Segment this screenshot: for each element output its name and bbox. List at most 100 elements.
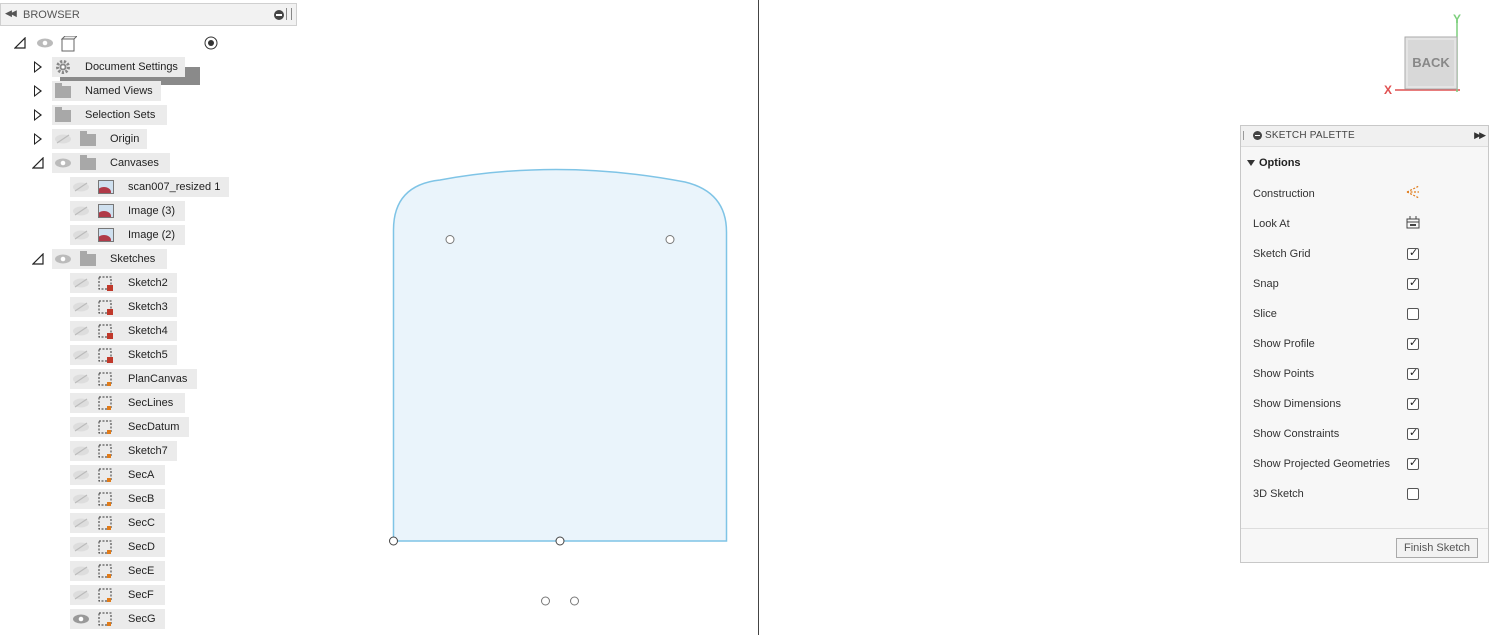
eye-icon[interactable]: [36, 38, 54, 48]
tree-label: Sketch3: [128, 301, 168, 313]
eye-hidden-icon[interactable]: [72, 518, 90, 528]
collapse-triangle-icon[interactable]: [32, 253, 44, 265]
tree-sketch-item[interactable]: SecB: [0, 489, 240, 509]
option-checkbox[interactable]: [1407, 426, 1419, 440]
eye-icon[interactable]: [54, 254, 72, 264]
tree-label: SecC: [128, 517, 155, 529]
eye-hidden-icon[interactable]: [72, 542, 90, 552]
tree-label: Image (2): [128, 229, 176, 241]
tree-selection-sets[interactable]: Selection Sets: [0, 105, 200, 125]
palette-separator: [1241, 528, 1488, 529]
expand-arrow-icon[interactable]: [34, 85, 42, 97]
option-checkbox[interactable]: [1407, 456, 1419, 470]
option-label: Sketch Grid: [1253, 248, 1311, 260]
collapse-icon[interactable]: [1247, 160, 1255, 167]
look-at-icon[interactable]: [1405, 214, 1421, 230]
tree-sketch-item[interactable]: SecG: [0, 609, 240, 629]
tree-sketch-item[interactable]: SecC: [0, 513, 240, 533]
option-checkbox[interactable]: [1407, 396, 1419, 410]
option-checkbox[interactable]: [1407, 366, 1419, 380]
tree-sketch-item[interactable]: SecLines: [0, 393, 240, 413]
finish-sketch-button[interactable]: Finish Sketch: [1396, 538, 1478, 558]
eye-hidden-icon[interactable]: [72, 446, 90, 456]
minimize-icon[interactable]: [274, 10, 284, 20]
tree-sketch-item[interactable]: Sketch5: [0, 345, 240, 365]
sketch-profile[interactable]: [392, 168, 728, 542]
expand-icon[interactable]: ▶▶: [1474, 130, 1486, 141]
eye-hidden-icon[interactable]: [72, 422, 90, 432]
sketch-point[interactable]: [445, 235, 455, 244]
tree-sketch-item[interactable]: Sketch4: [0, 321, 240, 341]
sketch-point[interactable]: [541, 596, 550, 606]
construction-icon[interactable]: [1405, 184, 1421, 200]
eye-hidden-icon[interactable]: [72, 206, 90, 216]
option-checkbox[interactable]: [1407, 488, 1419, 500]
tree-label: PlanCanvas: [128, 373, 188, 385]
tree-sketch-item[interactable]: Sketch3: [0, 297, 240, 317]
tree-canvas-item[interactable]: scan007_resized 1: [0, 177, 240, 197]
expand-arrow-icon[interactable]: [34, 61, 42, 73]
expand-arrow-icon[interactable]: [34, 109, 42, 121]
palette-title: SKETCH PALETTE: [1265, 130, 1355, 141]
option-label: Slice: [1253, 308, 1277, 320]
viewcube[interactable]: BACK X Y: [1380, 10, 1470, 100]
tree-sketch-item[interactable]: SecA: [0, 465, 240, 485]
sketch-point[interactable]: [570, 596, 579, 606]
eye-hidden-icon[interactable]: [72, 302, 90, 312]
tree-sketch-item[interactable]: PlanCanvas: [0, 369, 240, 389]
option-checkbox[interactable]: [1407, 308, 1419, 320]
pin-icon[interactable]: [286, 8, 292, 20]
eye-icon[interactable]: [54, 158, 72, 168]
eye-hidden-icon[interactable]: [72, 470, 90, 480]
eye-hidden-icon[interactable]: [72, 590, 90, 600]
sketch-canvas[interactable]: [380, 160, 740, 620]
sketch-point[interactable]: [665, 235, 675, 244]
sketch-point[interactable]: [389, 536, 398, 546]
tree-canvas-item[interactable]: Image (2): [0, 225, 240, 245]
eye-hidden-icon[interactable]: [72, 326, 90, 336]
tree-sketch-item[interactable]: SecE: [0, 561, 240, 581]
tree-named-views[interactable]: Named Views: [0, 81, 200, 101]
palette-header[interactable]: SKETCH PALETTE ▶▶: [1241, 126, 1488, 147]
tree-origin[interactable]: Origin: [0, 129, 200, 149]
option-label: Show Constraints: [1253, 428, 1340, 440]
eye-hidden-icon[interactable]: [72, 398, 90, 408]
image-icon: [98, 180, 114, 194]
eye-hidden-icon[interactable]: [72, 278, 90, 288]
eye-hidden-icon[interactable]: [72, 566, 90, 576]
tree-sketch-item[interactable]: SecD: [0, 537, 240, 557]
activate-radio-icon[interactable]: [204, 36, 218, 50]
look-at-label: Look At: [1253, 218, 1290, 230]
collapse-triangle-icon[interactable]: [14, 37, 26, 49]
tree-sketch-item[interactable]: Sketch7: [0, 441, 240, 461]
option-checkbox[interactable]: [1407, 336, 1419, 350]
option-checkbox[interactable]: [1407, 246, 1419, 260]
sketch-point[interactable]: [555, 536, 565, 546]
tree-canvases[interactable]: Canvases: [0, 153, 200, 173]
collapse-browser-icon[interactable]: ◀◀: [5, 8, 17, 19]
sketch-icon: [98, 564, 112, 578]
eye-hidden-icon[interactable]: [72, 350, 90, 360]
eye-hidden-icon[interactable]: [72, 230, 90, 240]
expand-arrow-icon[interactable]: [34, 133, 42, 145]
eye-hidden-icon[interactable]: [54, 134, 72, 144]
grip-icon[interactable]: [1243, 131, 1247, 140]
eye-icon[interactable]: [72, 614, 90, 624]
eye-hidden-icon[interactable]: [72, 182, 90, 192]
collapse-triangle-icon[interactable]: [32, 157, 44, 169]
eye-hidden-icon[interactable]: [72, 374, 90, 384]
tree-document-settings[interactable]: Document Settings: [0, 57, 200, 77]
minimize-icon[interactable]: [1253, 131, 1262, 140]
option-checkbox[interactable]: [1407, 276, 1419, 290]
folder-icon: [80, 131, 96, 146]
options-section[interactable]: Options: [1247, 157, 1301, 169]
tree-root[interactable]: Fuselage Plan v76: [0, 33, 300, 85]
tree-sketches[interactable]: Sketches: [0, 249, 200, 269]
eye-hidden-icon[interactable]: [72, 494, 90, 504]
tree-sketch-item[interactable]: Sketch2: [0, 273, 240, 293]
component-icon: [61, 36, 77, 52]
tree-canvas-item[interactable]: Image (3): [0, 201, 240, 221]
tree-sketch-item[interactable]: SecF: [0, 585, 240, 605]
tree-sketch-item[interactable]: SecDatum: [0, 417, 240, 437]
option-label: Show Points: [1253, 368, 1315, 380]
